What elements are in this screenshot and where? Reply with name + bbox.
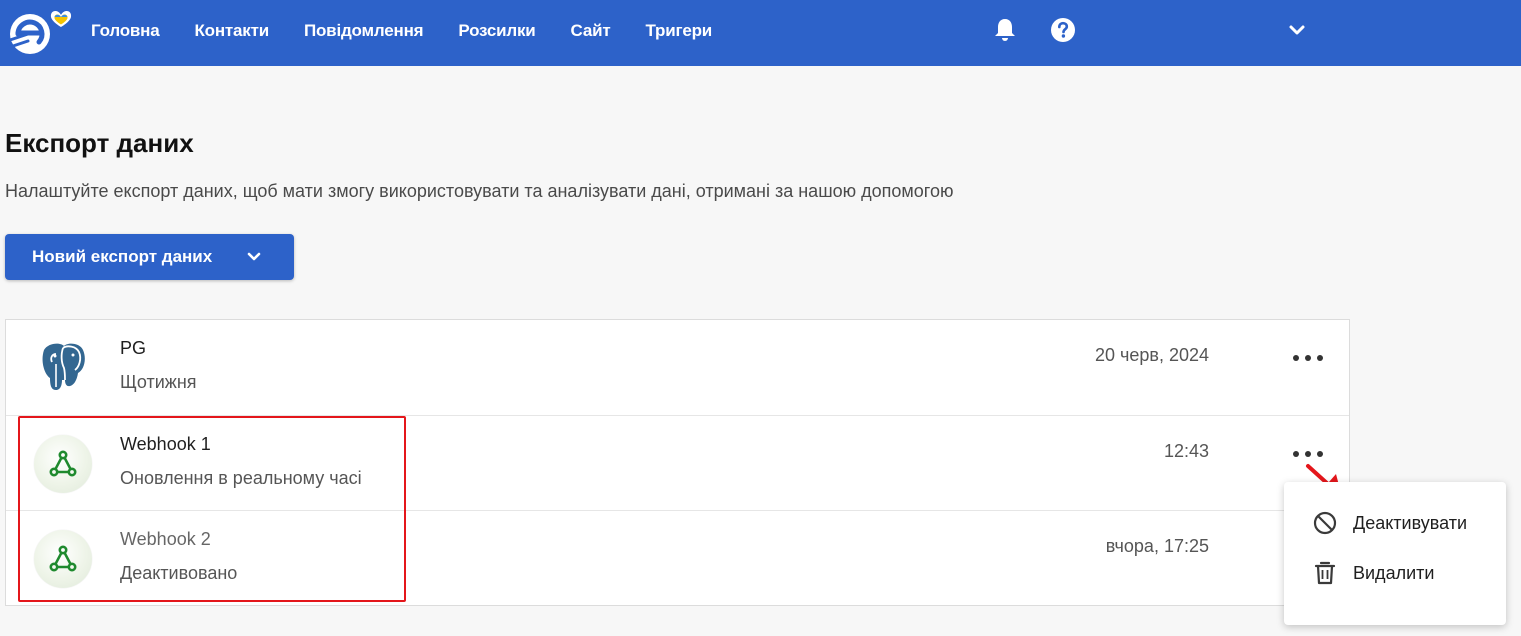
menu-item-delete[interactable]: Видалити (1284, 551, 1506, 595)
page-title: Експорт даних (5, 128, 194, 158)
menu-item-label: Деактивувати (1353, 512, 1468, 533)
webhook-icon (34, 530, 92, 588)
export-status: Оновлення в реальному часі (120, 468, 362, 488)
export-name: Webhook 1 (120, 434, 211, 454)
export-status: Щотижня (120, 372, 197, 392)
export-status: Деактивовано (120, 563, 238, 583)
nav-item-site[interactable]: Сайт (571, 21, 611, 41)
export-row-webhook-1[interactable]: Webhook 1 Оновлення в реальному часі 12:… (6, 415, 1349, 510)
more-options-icon[interactable] (1293, 447, 1323, 461)
top-navigation-bar: Головна Контакти Повідомлення Розсилки С… (0, 0, 1521, 66)
export-name: Webhook 2 (120, 529, 211, 549)
nav-item-contacts[interactable]: Контакти (194, 21, 269, 41)
chevron-down-icon (247, 252, 261, 261)
menu-item-label: Видалити (1353, 562, 1435, 583)
more-options-icon[interactable] (1293, 351, 1323, 365)
bell-icon[interactable] (991, 16, 1019, 44)
block-icon (1313, 511, 1337, 535)
nav-item-home[interactable]: Головна (91, 21, 160, 41)
menu-item-deactivate[interactable]: Деактивувати (1284, 501, 1506, 545)
export-date: вчора, 17:25 (1105, 536, 1209, 556)
nav-item-triggers[interactable]: Тригери (645, 21, 712, 41)
main-navigation: Головна Контакти Повідомлення Розсилки С… (91, 0, 712, 62)
new-export-button[interactable]: Новий експорт даних (5, 234, 294, 280)
webhook-icon (34, 435, 92, 493)
export-date: 12:43 (1163, 441, 1209, 461)
export-row-webhook-2[interactable]: Webhook 2 Деактивовано вчора, 17:25 (6, 510, 1349, 605)
page-subtitle: Налаштуйте експорт даних, щоб мати змогу… (5, 181, 954, 201)
export-list: PG Щотижня 20 черв, 2024 Webhook 1 Оновл… (5, 319, 1350, 606)
nav-item-campaigns[interactable]: Розсилки (458, 21, 535, 41)
help-icon[interactable] (1049, 16, 1077, 44)
export-row-pg[interactable]: PG Щотижня 20 черв, 2024 (6, 320, 1349, 415)
export-name: PG (120, 338, 147, 358)
export-context-menu: Деактивувати Видалити (1284, 482, 1506, 625)
export-date: 20 черв, 2024 (1094, 345, 1209, 365)
new-export-label: Новий експорт даних (32, 247, 213, 266)
trash-icon (1314, 561, 1336, 585)
postgresql-icon (34, 340, 92, 398)
account-chevron-down-icon[interactable] (1283, 16, 1311, 44)
app-logo[interactable] (6, 6, 74, 56)
nav-item-messages[interactable]: Повідомлення (304, 21, 424, 41)
